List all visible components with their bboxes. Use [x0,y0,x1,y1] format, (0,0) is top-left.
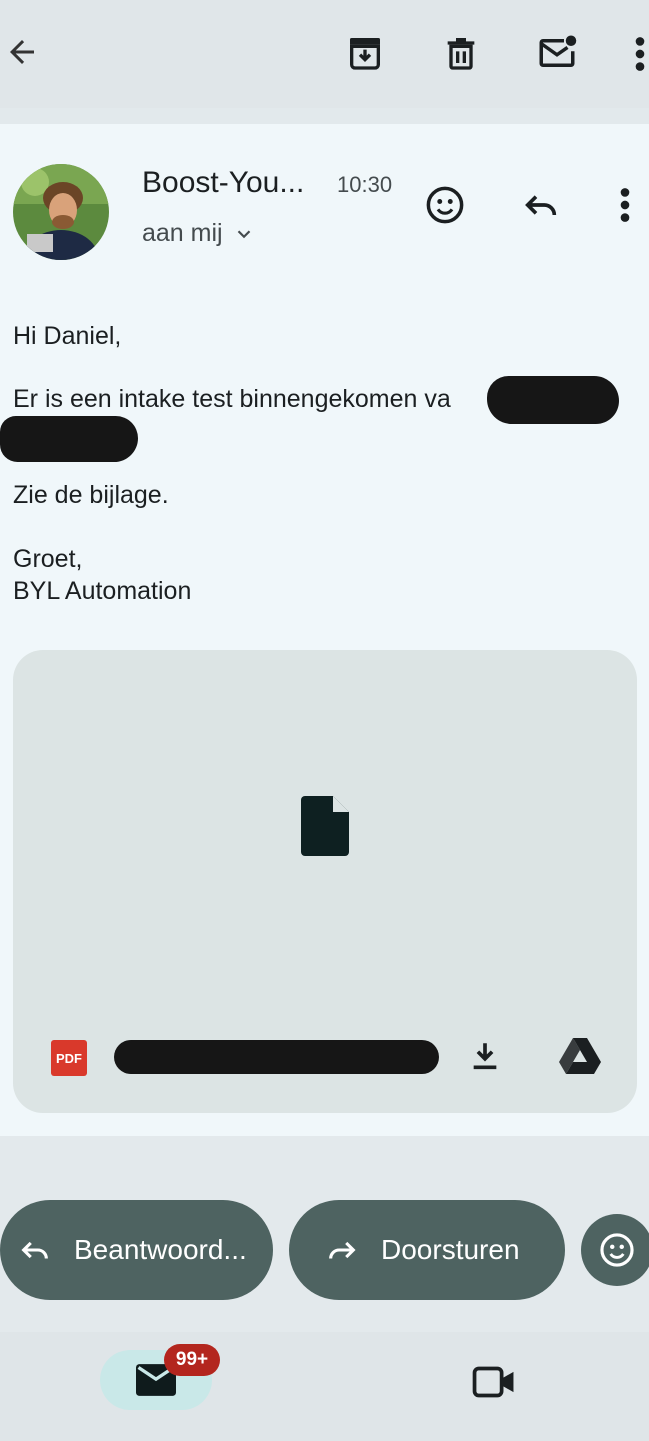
unread-count-badge: 99+ [164,1344,220,1376]
body-line-1: Er is een intake test binnengekomen va [13,385,451,413]
message-time: 10:30 [337,172,393,197]
mark-unread-button[interactable] [529,25,585,81]
more-options-button[interactable] [626,30,649,78]
emoji-smile-icon [426,186,464,224]
reply-label: Beantwoord... [74,1234,247,1265]
google-drive-icon [559,1038,601,1074]
redacted-filename [114,1040,439,1074]
mark-unread-icon [539,35,577,67]
delete-button[interactable] [433,25,489,81]
forward-icon [329,1241,356,1259]
redaction-mark [0,416,138,462]
reply-pill-button[interactable]: Beantwoord... [0,1200,273,1300]
more-vert-icon [620,188,630,222]
body-signature: BYL Automation [13,577,192,605]
add-reaction-button[interactable] [420,180,470,230]
nav-meet-tab[interactable] [466,1360,522,1404]
sender-name[interactable]: Boost-You... [142,166,304,200]
bottom-navigation: 99+ [0,1332,649,1441]
pdf-type-badge: PDF [51,1040,87,1076]
top-app-bar [0,0,649,108]
forward-label: Doorsturen [381,1234,520,1265]
recipient-label: aan mij [142,219,223,247]
archive-icon [350,38,380,70]
forward-pill-button[interactable]: Doorsturen [289,1200,565,1300]
reply-button[interactable] [516,180,566,230]
download-icon [473,1043,497,1070]
download-button[interactable] [463,1034,507,1078]
reply-icon [21,1241,48,1259]
back-button[interactable] [0,22,44,82]
emoji-smile-icon [600,1233,634,1267]
archive-button[interactable] [337,25,393,81]
file-icon [301,796,349,861]
arrow-left-icon [10,40,34,64]
trash-icon [447,38,475,70]
more-vert-icon [635,37,645,71]
react-emoji-button[interactable] [581,1214,649,1286]
attachment-card[interactable]: PDF [13,650,637,1113]
save-to-drive-button[interactable] [555,1034,605,1078]
body-greeting: Hi Daniel, [13,322,122,350]
reply-icon [525,195,557,216]
body-line-3: Zie de bijlage. [13,481,169,509]
body-closing: Groet, [13,545,83,573]
redaction-mark [487,376,619,424]
recipient-details[interactable]: aan mij [142,219,255,248]
action-bar: Beantwoord... Doorsturen [0,1136,649,1332]
chevron-down-icon [237,229,250,238]
video-camera-icon [472,1366,514,1398]
message-more-button[interactable] [612,180,638,230]
avatar[interactable] [13,164,109,260]
